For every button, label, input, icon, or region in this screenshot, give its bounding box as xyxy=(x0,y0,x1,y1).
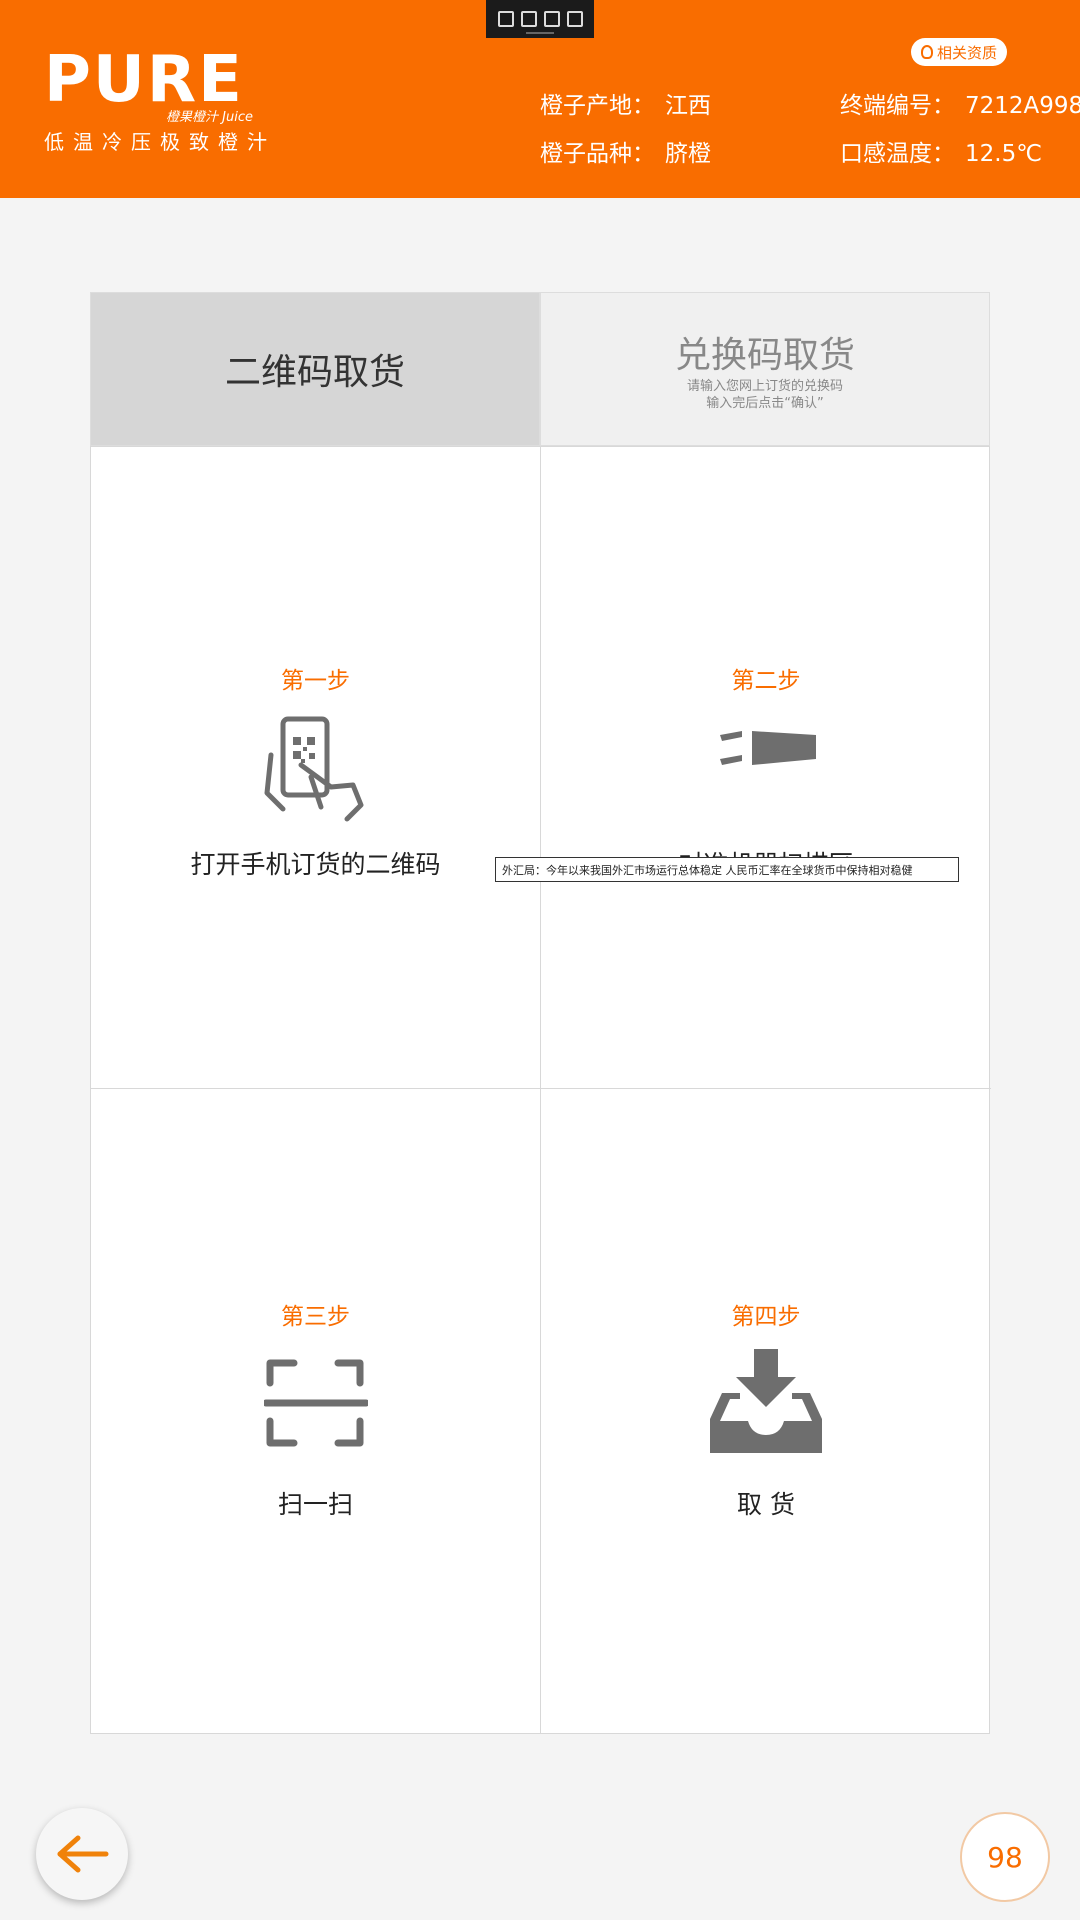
origin-info: 橙子产地： 江西 xyxy=(540,86,711,120)
pickup-tabs: 二维码取货 兑换码取货 请输入您网上订货的兑换码 输入完后点击“确认” xyxy=(90,292,990,446)
origin-value: 江西 xyxy=(665,93,711,119)
award-icon xyxy=(920,45,933,59)
tab-code-hint-2: 输入完后点击“确认” xyxy=(706,396,824,411)
back-button[interactable] xyxy=(36,1808,128,1900)
step-1-card: 第一步 打开手机订货的二维码 xyxy=(91,447,541,1089)
tab-code-hint-1: 请输入您网上订货的兑换码 xyxy=(686,379,843,394)
back-arrow-icon xyxy=(57,1835,109,1873)
header: PURE 橙果橙汁 Juice 低温冷压极致橙汁 相关资质 橙子产地： 江西 橙子… xyxy=(0,0,1080,198)
step-1-title: 第一步 xyxy=(281,668,350,694)
scan-frame-icon xyxy=(262,1355,369,1455)
temperature-value: 12.5℃ xyxy=(965,141,1043,167)
temperature-label: 口感温度： xyxy=(840,141,955,167)
tab-qr-pickup[interactable]: 二维码取货 xyxy=(90,292,540,446)
qualification-button[interactable]: 相关资质 xyxy=(911,38,1007,66)
step-1-description: 打开手机订货的二维码 xyxy=(190,850,441,879)
temperature-info: 口感温度： 12.5℃ xyxy=(840,134,1042,168)
qualification-label: 相关资质 xyxy=(936,43,997,62)
step-2-title: 第二步 xyxy=(731,668,801,694)
terminal-label: 终端编号： xyxy=(840,93,955,119)
step-4-card: 第四步 取 货 xyxy=(541,1089,991,1733)
step-2-card: 第二步 对准机器扫描区 xyxy=(541,447,991,1089)
window-toolbar[interactable] xyxy=(486,0,594,38)
toolbar-frame-icon[interactable] xyxy=(543,11,560,27)
logo-wordmark: PURE xyxy=(44,43,244,117)
toolbar-grip[interactable] xyxy=(526,32,554,34)
inbox-download-icon xyxy=(710,1349,822,1459)
toolbar-select-icon[interactable] xyxy=(566,11,583,27)
logo-subtitle: 橙果橙汁 Juice xyxy=(166,110,253,125)
countdown-timer: 98 xyxy=(960,1812,1050,1902)
terminal-info: 终端编号： 7212A998 xyxy=(840,86,1080,120)
steps-grid: 第一步 打开手机订货的二维码 第二步 第三步 扫一扫 第四步 取 货 xyxy=(90,446,991,1734)
step-3-description: 扫一扫 xyxy=(277,1490,353,1519)
brand-logo: PURE 橙果橙汁 Juice 低温冷压极致橙汁 xyxy=(44,43,267,154)
toolbar-pointer-icon[interactable] xyxy=(520,11,537,27)
phone-qr-icon xyxy=(261,715,371,829)
news-tooltip: 外汇局：今年以来我国外汇市场运行总体稳定 人民币汇率在全球货币中保持相对稳健 xyxy=(495,857,959,882)
toolbar-tool-icon[interactable] xyxy=(497,11,514,27)
terminal-value: 7212A998 xyxy=(965,93,1080,119)
variety-value: 脐橙 xyxy=(665,141,711,167)
variety-info: 橙子品种： 脐橙 xyxy=(540,134,711,168)
variety-label: 橙子品种： xyxy=(540,141,655,167)
step-4-description: 取 货 xyxy=(737,1490,795,1519)
step-3-card: 第三步 扫一扫 xyxy=(91,1089,541,1733)
scanner-icon xyxy=(716,723,816,777)
logo-tagline: 低温冷压极致橙汁 xyxy=(44,130,276,154)
tab-code-pickup[interactable]: 兑换码取货 请输入您网上订货的兑换码 输入完后点击“确认” xyxy=(540,292,990,446)
origin-label: 橙子产地： xyxy=(540,93,655,119)
step-3-title: 第三步 xyxy=(281,1304,350,1330)
tab-qr-title: 二维码取货 xyxy=(224,352,405,393)
step-4-title: 第四步 xyxy=(731,1304,801,1330)
tab-code-title: 兑换码取货 xyxy=(674,335,855,376)
